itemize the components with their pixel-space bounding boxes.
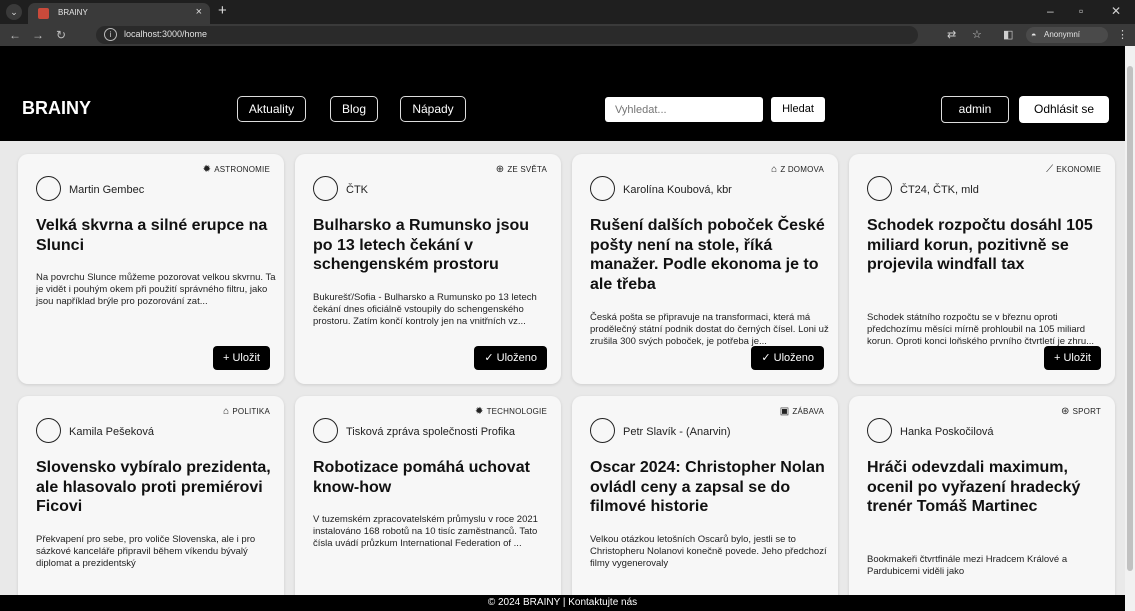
category-label: ⟋ EKONOMIE: [1046, 164, 1101, 175]
article-title[interactable]: Hráči odevzdali maximum, ocenil po vyřaz…: [867, 458, 1107, 517]
author-name: Petr Slavík - (Anarvin): [623, 426, 731, 438]
article-title[interactable]: Velká skvrna a silné erupce na Slunci: [36, 216, 276, 255]
minimize-icon[interactable]: –: [1047, 4, 1054, 18]
category-label: ✹ TECHNOLOGIE: [474, 406, 547, 417]
author-avatar: [590, 418, 615, 443]
new-tab-button[interactable]: +: [218, 2, 227, 19]
address-bar-row: ← → ↻ i localhost:3000/home ⇄ ☆ ◧ ◓ Anon…: [0, 24, 1135, 46]
author-avatar: [867, 176, 892, 201]
bookmark-star-icon[interactable]: ☆: [972, 28, 982, 41]
home-icon: ⌂: [771, 164, 778, 175]
article-title[interactable]: Robotizace pomáhá uchovat know-how: [313, 458, 553, 497]
author-name: Martin Gembec: [69, 184, 145, 196]
article-grid: ✹ ASTRONOMIE Martin Gembec Velká skvrna a…: [18, 154, 1115, 611]
article-card[interactable]: ✹ TECHNOLOGIE Tisková zpráva společnosti …: [295, 396, 561, 611]
forward-icon[interactable]: →: [32, 28, 44, 42]
author-avatar: [36, 176, 61, 201]
author-avatar: [313, 418, 338, 443]
category-label: ⌂ POLITIKA: [223, 406, 270, 417]
author-name: Hanka Poskočilová: [900, 426, 994, 438]
category-label: ✹ ASTRONOMIE: [202, 164, 270, 175]
landmark-icon: ⌂: [223, 406, 230, 417]
user-admin-button[interactable]: admin: [941, 96, 1009, 123]
article-title[interactable]: Slovensko vybíralo prezidenta, ale hlaso…: [36, 458, 276, 517]
nav-napady-button[interactable]: Nápady: [400, 96, 466, 122]
article-card[interactable]: ⊛ SPORT Hanka Poskočilová Hráči odevzdali…: [849, 396, 1115, 611]
author-avatar: [590, 176, 615, 201]
page-scrollbar[interactable]: [1125, 46, 1135, 611]
url-text[interactable]: localhost:3000/home: [124, 29, 207, 39]
browser-tab[interactable]: BRAINY ×: [28, 3, 210, 24]
search-button[interactable]: Hledat: [771, 97, 825, 122]
save-button[interactable]: + Uložit: [213, 346, 270, 370]
category-label: ⊕ ZE SVĚTA: [495, 164, 547, 175]
globe-icon: ⊕: [495, 164, 505, 175]
author-avatar: [36, 418, 61, 443]
author-name: ČTK: [346, 184, 368, 196]
article-title[interactable]: Rušení dalších poboček České pošty není …: [590, 216, 830, 294]
article-card[interactable]: ⟋ EKONOMIE ČT24, ČTK, mld Schodek rozpočt…: [849, 154, 1115, 384]
tab-title: BRAINY: [58, 8, 88, 17]
scrollbar-thumb[interactable]: [1127, 66, 1133, 571]
author-avatar: [313, 176, 338, 201]
save-button[interactable]: + Uložit: [1044, 346, 1101, 370]
article-title[interactable]: Oscar 2024: Christopher Nolan ovládl cen…: [590, 458, 830, 517]
back-icon[interactable]: ←: [9, 28, 21, 42]
incognito-badge[interactable]: ◓ Anonymní: [1026, 27, 1108, 43]
site-header: BRAINY Aktuality Blog Nápady Hledat admi…: [0, 46, 1125, 141]
article-excerpt: Schodek státního rozpočtu se v březnu op…: [867, 312, 1095, 347]
nav-blog-button[interactable]: Blog: [330, 96, 378, 122]
saved-button[interactable]: ✓ Uloženo: [751, 346, 824, 370]
gear-icon: ✹: [202, 164, 212, 175]
translate-icon[interactable]: ⇄: [947, 28, 956, 41]
article-card[interactable]: ⌂ POLITIKA Kamila Pešeková Slovensko vybí…: [18, 396, 284, 611]
gear-icon: ✹: [474, 406, 484, 417]
author-avatar: [867, 418, 892, 443]
article-title[interactable]: Bulharsko a Rumunsko jsou po 13 letech č…: [313, 216, 553, 275]
logout-button[interactable]: Odhlásit se: [1019, 96, 1109, 123]
chart-line-icon: ⟋: [1046, 164, 1054, 175]
incognito-icon: ◓: [1031, 30, 1037, 40]
ball-icon: ⊛: [1060, 406, 1070, 417]
author-name: Karolína Koubová, kbr: [623, 184, 732, 196]
article-card[interactable]: ⌂ Z DOMOVA Karolína Koubová, kbr Rušení d…: [572, 154, 838, 384]
page-viewport: BRAINY Aktuality Blog Nápady Hledat admi…: [0, 46, 1135, 611]
close-window-icon[interactable]: ✕: [1111, 4, 1121, 18]
incognito-label: Anonymní: [1044, 30, 1081, 39]
article-excerpt: Velkou otázkou letošních Oscarů bylo, je…: [590, 534, 827, 569]
site-footer: © 2024 BRAINY | Kontaktujte nás: [0, 595, 1125, 611]
site-logo[interactable]: BRAINY: [22, 98, 91, 119]
article-excerpt: Bukurešť/Sofia - Bulharsko a Rumunsko po…: [313, 292, 537, 327]
article-excerpt: Česká pošta se připravuje na transformac…: [590, 312, 829, 347]
author-name: Tisková zpráva společnosti Profika: [346, 426, 515, 438]
browser-tab-bar: ⌄ BRAINY × + – ▫ ✕: [0, 0, 1135, 24]
article-card[interactable]: ▣ ZÁBAVA Petr Slavík - (Anarvin) Oscar 20…: [572, 396, 838, 611]
browser-menu-icon[interactable]: ⋮: [1117, 28, 1128, 41]
address-bar[interactable]: i localhost:3000/home: [96, 26, 918, 44]
saved-button[interactable]: ✓ Uloženo: [474, 346, 547, 370]
article-title[interactable]: Schodek rozpočtu dosáhl 105 miliard koru…: [867, 216, 1107, 275]
article-card[interactable]: ⊕ ZE SVĚTA ČTK Bulharsko a Rumunsko jsou …: [295, 154, 561, 384]
category-label: ⊛ SPORT: [1060, 406, 1101, 417]
category-label: ⌂ Z DOMOVA: [771, 164, 824, 175]
favicon-icon: [38, 8, 49, 19]
film-icon: ▣: [779, 406, 790, 417]
nav-aktuality-button[interactable]: Aktuality: [237, 96, 306, 122]
article-excerpt: Překvapení pro sebe, pro voliče Slovensk…: [36, 534, 256, 569]
category-label: ▣ ZÁBAVA: [779, 406, 824, 417]
article-card[interactable]: ✹ ASTRONOMIE Martin Gembec Velká skvrna a…: [18, 154, 284, 384]
author-name: Kamila Pešeková: [69, 426, 154, 438]
close-tab-icon[interactable]: ×: [196, 6, 202, 18]
article-excerpt: Na povrchu Slunce můžeme pozorovat velko…: [36, 272, 276, 307]
search-input[interactable]: [605, 97, 763, 122]
reload-icon[interactable]: ↻: [56, 28, 66, 42]
article-excerpt: V tuzemském zpracovatelském průmyslu v r…: [313, 514, 538, 549]
site-info-icon[interactable]: i: [104, 28, 117, 41]
side-panel-icon[interactable]: ◧: [1003, 28, 1013, 41]
author-name: ČT24, ČTK, mld: [900, 184, 979, 196]
article-excerpt: Bookmakeři čtvrtfinále mezi Hradcem Král…: [867, 554, 1068, 577]
tab-search-button[interactable]: ⌄: [6, 4, 22, 20]
maximize-icon[interactable]: ▫: [1079, 4, 1083, 18]
